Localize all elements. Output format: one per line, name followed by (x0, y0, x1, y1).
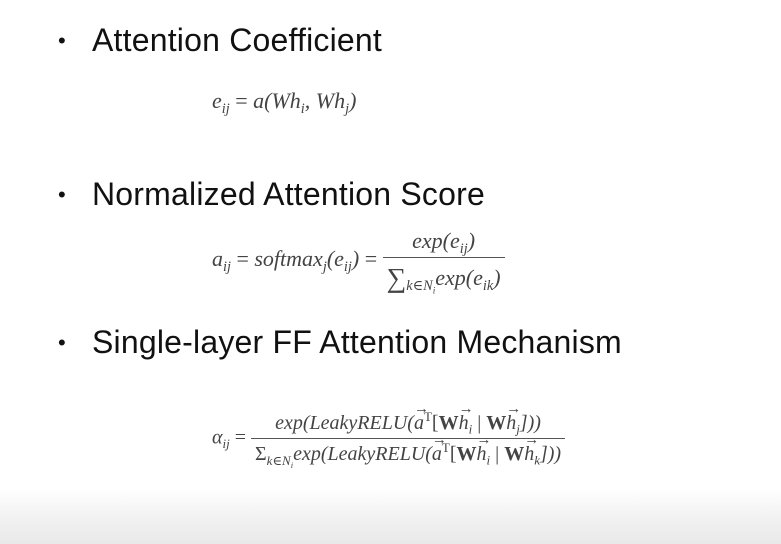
softmax-fraction: exp(eij) ∑k∈Niexp(eik) (382, 228, 505, 297)
bullet-text: Normalized Attention Score (92, 176, 485, 212)
attention-fraction: exp(LeakyRELU(aT[Whi | Whj])) Σk∈Niexp(L… (251, 401, 566, 469)
bullet-dot: • (58, 329, 66, 355)
fraction-numerator: exp(LeakyRELU(aT[Whi | Whj])) (271, 401, 545, 438)
bullet-text: Single-layer FF Attention Mechanism (92, 324, 622, 360)
bullet-attention-coefficient: • Attention Coefficient (58, 22, 382, 59)
bullet-dot: • (58, 181, 66, 207)
bullet-single-layer-ff-attention: • Single-layer FF Attention Mechanism (58, 324, 622, 361)
bullet-dot: • (58, 27, 66, 53)
slide: { "bullets": [ { "symbol": "•", "text": … (0, 0, 781, 544)
fraction-denominator: Σk∈Niexp(LeakyRELU(aT[Whi | Whk])) (251, 432, 565, 469)
bullet-text: Attention Coefficient (92, 22, 383, 58)
fraction-denominator: ∑k∈Niexp(eik) (386, 262, 501, 297)
equation-normalized-attention-score: aij = softmaxj(eij) = exp(eij) ∑k∈Niexp(… (212, 228, 505, 297)
equation-attention-coefficient: eij = a(Whi, Whj) (212, 88, 357, 117)
bullet-normalized-attention-score: • Normalized Attention Score (58, 176, 485, 213)
fraction-numerator: exp(eij) (412, 228, 476, 257)
equation-ff-attention-mechanism: αij = exp(LeakyRELU(aT[Whi | Whj])) Σk∈N… (212, 401, 566, 469)
